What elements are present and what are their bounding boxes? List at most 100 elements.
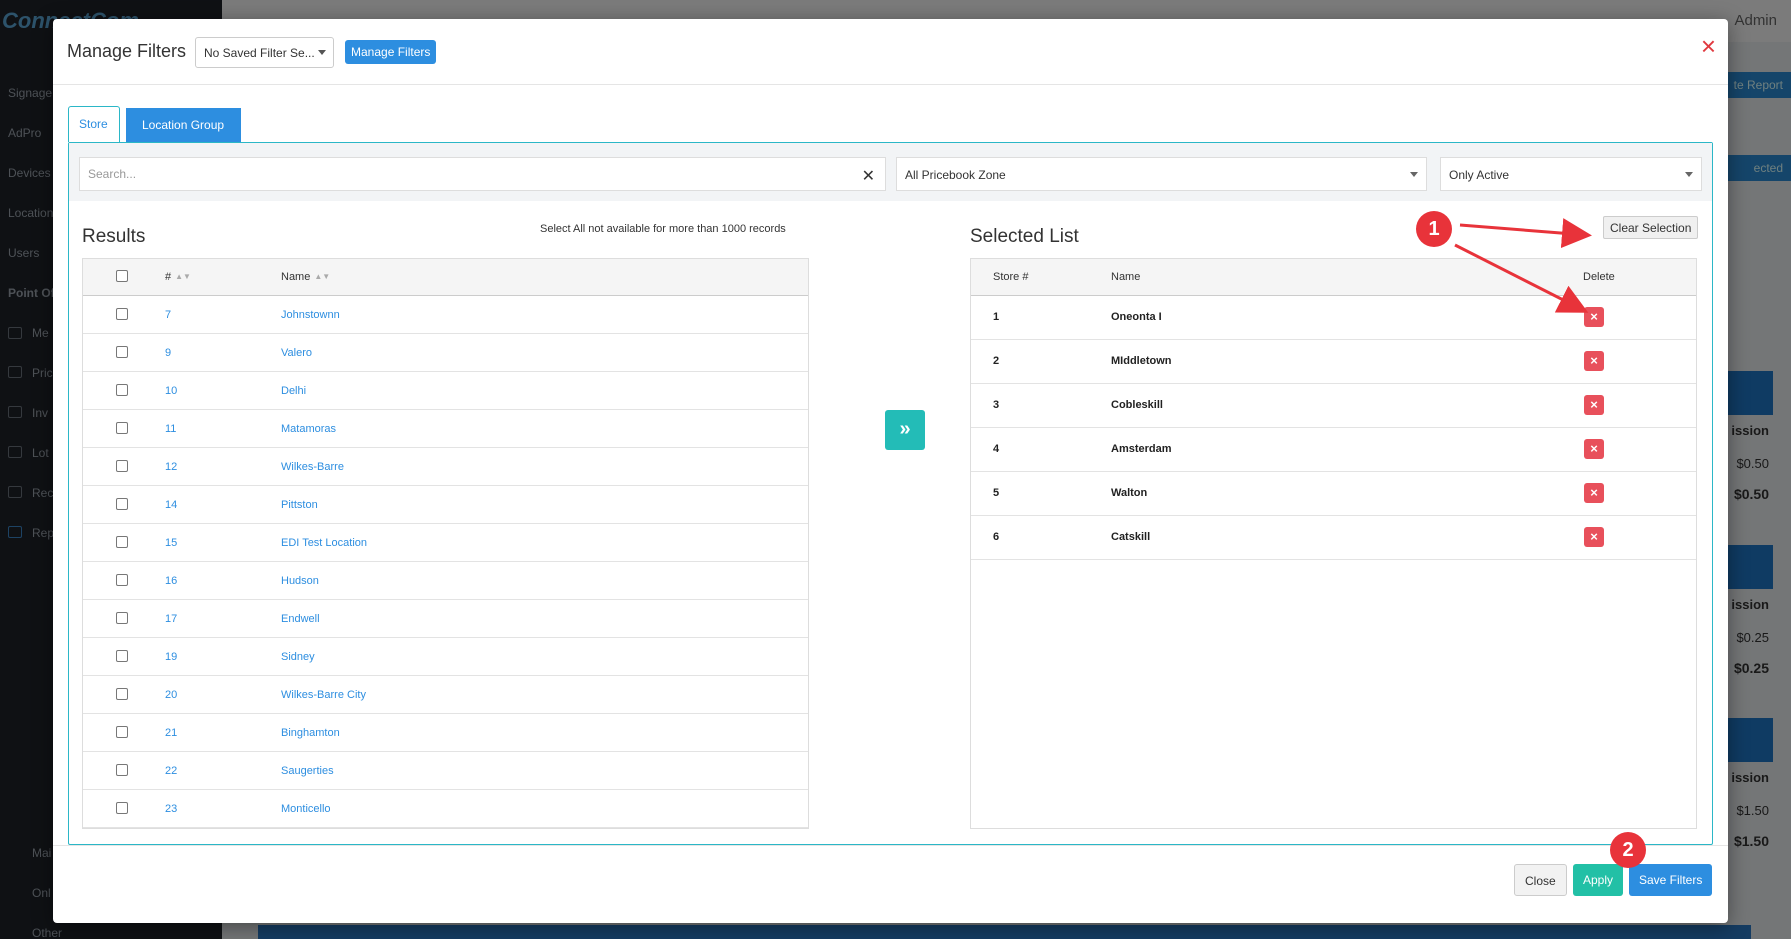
column-header-store: Store # xyxy=(993,271,1029,283)
row-checkbox[interactable] xyxy=(116,650,128,662)
row-number-link[interactable]: 15 xyxy=(165,537,177,549)
table-row: 4 Amsterdam × xyxy=(971,428,1696,472)
search-input[interactable]: Search... ✕ xyxy=(79,157,886,191)
row-name-link[interactable]: Hudson xyxy=(281,575,319,587)
row-number-link[interactable]: 23 xyxy=(165,803,177,815)
row-checkbox[interactable] xyxy=(116,498,128,510)
table-row: 3 Cobleskill × xyxy=(971,384,1696,428)
table-row: 20 Wilkes-Barre City xyxy=(83,676,808,714)
row-number-link[interactable]: 22 xyxy=(165,765,177,777)
row-number-link[interactable]: 19 xyxy=(165,651,177,663)
row-number-link[interactable]: 14 xyxy=(165,499,177,511)
row-checkbox[interactable] xyxy=(116,346,128,358)
row-name-link[interactable]: Binghamton xyxy=(281,727,340,739)
status-select[interactable]: Only Active xyxy=(1440,157,1702,191)
column-header-delete: Delete xyxy=(1583,271,1615,283)
row-store-name: MIddletown xyxy=(1111,355,1172,367)
row-name-link[interactable]: Wilkes-Barre City xyxy=(281,689,366,701)
table-row: 15 EDI Test Location xyxy=(83,524,808,562)
chevron-down-icon xyxy=(1410,172,1418,177)
delete-icon[interactable]: × xyxy=(1584,439,1604,459)
row-store-name: Cobleskill xyxy=(1111,399,1163,411)
pricebook-zone-select[interactable]: All Pricebook Zone xyxy=(896,157,1427,191)
row-checkbox[interactable] xyxy=(116,384,128,396)
row-name-link[interactable]: Wilkes-Barre xyxy=(281,461,344,473)
row-store-number: 5 xyxy=(993,487,1000,499)
row-checkbox[interactable] xyxy=(116,726,128,738)
row-checkbox[interactable] xyxy=(116,422,128,434)
row-number-link[interactable]: 21 xyxy=(165,727,177,739)
tab-location-group[interactable]: Location Group xyxy=(126,108,241,142)
row-store-number: 4 xyxy=(993,443,1000,455)
table-row: 1 Oneonta I × xyxy=(971,296,1696,340)
row-number-link[interactable]: 12 xyxy=(165,461,177,473)
row-checkbox[interactable] xyxy=(116,802,128,814)
row-checkbox[interactable] xyxy=(116,308,128,320)
search-placeholder: Search... xyxy=(88,167,137,181)
manage-filters-button[interactable]: Manage Filters xyxy=(345,40,437,64)
delete-icon[interactable]: × xyxy=(1584,307,1604,327)
apply-button[interactable]: Apply xyxy=(1573,864,1624,896)
pricebook-zone-value: All Pricebook Zone xyxy=(905,168,1006,182)
row-number-link[interactable]: 11 xyxy=(165,423,176,435)
selected-table: Store # Name Delete 1 Oneonta I × 2 MIddleto… xyxy=(970,258,1697,829)
column-header-number[interactable]: # ▲▼ xyxy=(165,271,191,283)
save-filters-button[interactable]: Save Filters xyxy=(1629,864,1713,896)
table-row: 12 Wilkes-Barre xyxy=(83,448,808,486)
column-header-name[interactable]: Name ▲▼ xyxy=(281,271,330,283)
select-all-checkbox[interactable] xyxy=(116,270,128,282)
annotation-badge-2: 2 xyxy=(1610,832,1646,868)
close-icon[interactable]: × xyxy=(1701,33,1716,59)
row-name-link[interactable]: Matamoras xyxy=(281,423,336,435)
delete-icon[interactable]: × xyxy=(1584,395,1604,415)
row-name-link[interactable]: EDI Test Location xyxy=(281,537,367,549)
row-store-name: Walton xyxy=(1111,487,1148,499)
table-row: 17 Endwell xyxy=(83,600,808,638)
delete-icon[interactable]: × xyxy=(1584,483,1604,503)
row-number-link[interactable]: 10 xyxy=(165,385,177,397)
row-name-link[interactable]: Delhi xyxy=(281,385,306,397)
row-name-link[interactable]: Endwell xyxy=(281,613,320,625)
row-store-name: Amsterdam xyxy=(1111,443,1172,455)
filter-bar: Search... ✕ All Pricebook Zone Only Acti… xyxy=(69,143,1712,201)
row-checkbox[interactable] xyxy=(116,612,128,624)
results-table: # ▲▼ Name ▲▼ 7 Johnstownn 9 Valero 10 Delhi 11 Ma… xyxy=(82,258,809,829)
move-to-selected-button[interactable]: » xyxy=(885,410,925,450)
table-row: 6 Catskill × xyxy=(971,516,1696,560)
row-store-number: 3 xyxy=(993,399,1000,411)
results-title: Results xyxy=(82,226,146,247)
table-row: 9 Valero xyxy=(83,334,808,372)
modal-title: Manage Filters xyxy=(67,41,187,61)
row-number-link[interactable]: 17 xyxy=(165,613,177,625)
row-number-link[interactable]: 16 xyxy=(165,575,177,587)
table-row: 7 Johnstownn xyxy=(83,296,808,334)
row-name-link[interactable]: Saugerties xyxy=(281,765,334,777)
row-checkbox[interactable] xyxy=(116,460,128,472)
clear-selection-button[interactable]: Clear Selection xyxy=(1603,216,1699,239)
table-row: 2 MIddletown × xyxy=(971,340,1696,384)
sort-icon: ▲▼ xyxy=(314,272,331,281)
saved-filter-value: No Saved Filter Se... xyxy=(204,46,315,60)
row-name-link[interactable]: Johnstownn xyxy=(281,309,340,321)
row-number-link[interactable]: 7 xyxy=(165,309,171,321)
delete-icon[interactable]: × xyxy=(1584,351,1604,371)
tab-store[interactable]: Store xyxy=(68,106,120,142)
row-name-link[interactable]: Sidney xyxy=(281,651,315,663)
saved-filter-select[interactable]: No Saved Filter Se... xyxy=(195,37,334,68)
row-checkbox[interactable] xyxy=(116,764,128,776)
row-checkbox[interactable] xyxy=(116,536,128,548)
close-button[interactable]: Close xyxy=(1514,864,1567,896)
table-row: 21 Binghamton xyxy=(83,714,808,752)
table-row: 5 Walton × xyxy=(971,472,1696,516)
row-name-link[interactable]: Valero xyxy=(281,347,312,359)
row-number-link[interactable]: 20 xyxy=(165,689,177,701)
clear-search-icon[interactable]: ✕ xyxy=(862,166,875,186)
row-store-number: 6 xyxy=(993,531,1000,543)
row-name-link[interactable]: Pittston xyxy=(281,499,318,511)
delete-icon[interactable]: × xyxy=(1584,527,1604,547)
row-number-link[interactable]: 9 xyxy=(165,347,171,359)
row-name-link[interactable]: Monticello xyxy=(281,803,331,815)
manage-filters-modal: Manage Filters No Saved Filter Se... Man… xyxy=(53,19,1728,923)
row-checkbox[interactable] xyxy=(116,688,128,700)
row-checkbox[interactable] xyxy=(116,574,128,586)
